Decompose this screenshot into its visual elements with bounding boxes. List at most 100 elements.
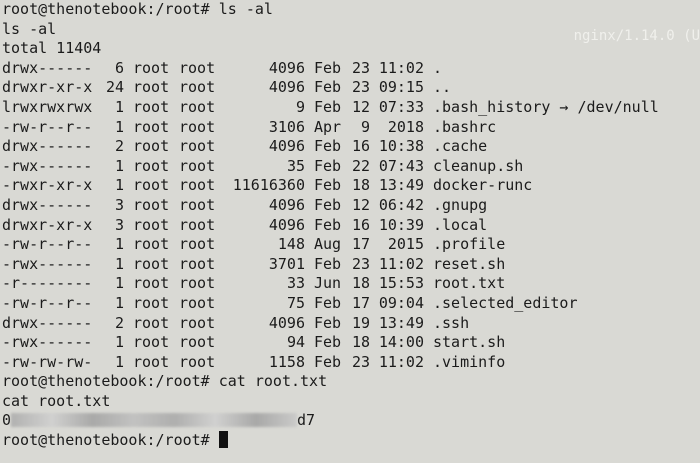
command-line-ls: root@thenotebook:/root# ls -al [2,0,700,20]
mod-time: 10:38 [378,137,424,156]
file-size: 9 [295,97,305,116]
file-owner: root [133,78,170,97]
mod-time: 06:42 [378,195,424,214]
shell-prompt: root@thenotebook:/root# [2,372,219,391]
file-group: root [179,274,216,293]
mod-month: Feb [314,58,342,77]
file-group: root [179,156,216,175]
link-count: 24 [105,78,124,97]
file-group: root [179,313,216,332]
file-permissions: -rwx------ [2,254,93,273]
terminal-cursor[interactable] [218,431,228,449]
mod-time: 14:00 [378,333,424,352]
file-size: 3701 [268,254,305,273]
file-permissions: -rw-rw-rw- [2,352,93,371]
mod-time: 09:04 [378,293,424,312]
file-permissions: -rw-r--r-- [2,235,93,254]
file-name: docker-runc [433,176,533,195]
link-count: 1 [114,176,124,195]
file-permissions: drwx------ [2,313,93,332]
ls-row: -rwx------ 1 root root 94 Feb 18 14:00 start.sh [2,333,700,353]
ls-row: lrwxrwxrwx 1 root root 9 Feb 12 07:33 .bash_hist… [2,98,700,118]
mod-time: 11:02 [378,352,424,371]
file-owner: root [133,176,170,195]
file-name: .gnupg [433,195,488,214]
mod-day: 18 [351,274,370,293]
file-name: .ssh [433,313,470,332]
file-group: root [179,137,216,156]
link-count: 3 [114,195,124,214]
file-name: .bashrc [433,117,497,136]
file-owner: root [133,58,170,77]
file-group: root [179,58,216,77]
command-echo-cat: cat root.txt [2,391,111,410]
file-owner: root [133,195,170,214]
mod-day: 23 [351,254,370,273]
ls-row: -rw-rw-rw- 1 root root 1158 Feb 23 11:02 .viminf… [2,353,700,373]
ls-row: drwx------ 2 root root 4096 Feb 16 10:38 .cache [2,137,700,157]
file-size: 4096 [268,137,305,156]
link-count: 1 [114,254,124,273]
ls-row: drwx------ 6 root root 4096 Feb 23 11:02. [2,59,700,79]
mod-month: Feb [314,137,342,156]
file-size: 4096 [268,195,305,214]
ls-row: drwxr-xr-x 3 root root 4096 Feb 16 10:39 .local [2,216,700,236]
flag-start: 0 [2,411,12,430]
file-permissions: drwxr-xr-x [2,215,93,234]
file-owner: root [133,215,170,234]
mod-day: 23 [351,58,370,77]
mod-time: 2018 [387,117,424,136]
mod-day: 16 [351,215,370,234]
mod-month: Feb [314,352,342,371]
mod-month: Feb [314,78,342,97]
ls-row: -rw-r--r-- 1 root root 148 Aug 17 2015 .profile [2,235,700,255]
mod-month: Feb [314,176,342,195]
ls-row: -rw-r--r-- 1 root root 75 Feb 17 09:04 .selected… [2,294,700,314]
mod-day: 12 [351,195,370,214]
shell-prompt: root@thenotebook:/root# [2,431,219,450]
mod-time: 07:43 [378,156,424,175]
mod-day: 18 [351,176,370,195]
mod-day: 23 [351,78,370,97]
file-permissions: drwx------ [2,58,93,77]
file-owner: root [133,97,170,116]
file-name: .local [433,215,488,234]
file-name: .. [433,78,452,97]
file-size: 4096 [268,78,305,97]
mod-time: 09:15 [378,78,424,97]
ls-row: drwxr-xr-x 24 root root 4096 Feb 23 09:15.. [2,78,700,98]
ls-row: drwx------ 2 root root 4096 Feb 19 13:49 .ssh [2,314,700,334]
mod-time: 15:53 [378,274,424,293]
file-permissions: -r-------- [2,274,93,293]
ls-row: -r-------- 1 root root 33 Jun 18 15:53 root.txt [2,274,700,294]
link-count: 6 [114,58,124,77]
file-size: 35 [286,156,305,175]
file-name: .selected_editor [433,293,578,312]
file-group: root [179,78,216,97]
mod-month: Apr [314,117,342,136]
ls-row: -rwxr-xr-x 1 root root 11616360 Feb 18 13:49 doc… [2,176,700,196]
file-group: root [179,195,216,214]
mod-day: 12 [351,97,370,116]
mod-day: 17 [351,235,370,254]
mod-day: 17 [351,293,370,312]
link-count: 3 [114,215,124,234]
terminal-window[interactable]: nginx/1.14.0 (U root@thenotebook:/root# … [0,0,700,463]
root-flag-output: 0 d7 [2,411,700,431]
file-group: root [179,333,216,352]
file-group: root [179,215,216,234]
file-name: start.sh [433,333,506,352]
active-prompt-line[interactable]: root@thenotebook:/root# [2,431,700,451]
file-size: 4096 [268,313,305,332]
shell-prompt: root@thenotebook:/root# [2,0,219,18]
file-size: 148 [277,235,305,254]
file-size: 3106 [268,117,305,136]
file-permissions: -rw-r--r-- [2,293,93,312]
mod-time: 2015 [387,235,424,254]
file-permissions: -rwx------ [2,156,93,175]
file-permissions: -rwx------ [2,333,93,352]
file-permissions: drwx------ [2,195,93,214]
file-owner: root [133,254,170,273]
flag-end: d7 [297,411,316,430]
file-size: 4096 [268,58,305,77]
